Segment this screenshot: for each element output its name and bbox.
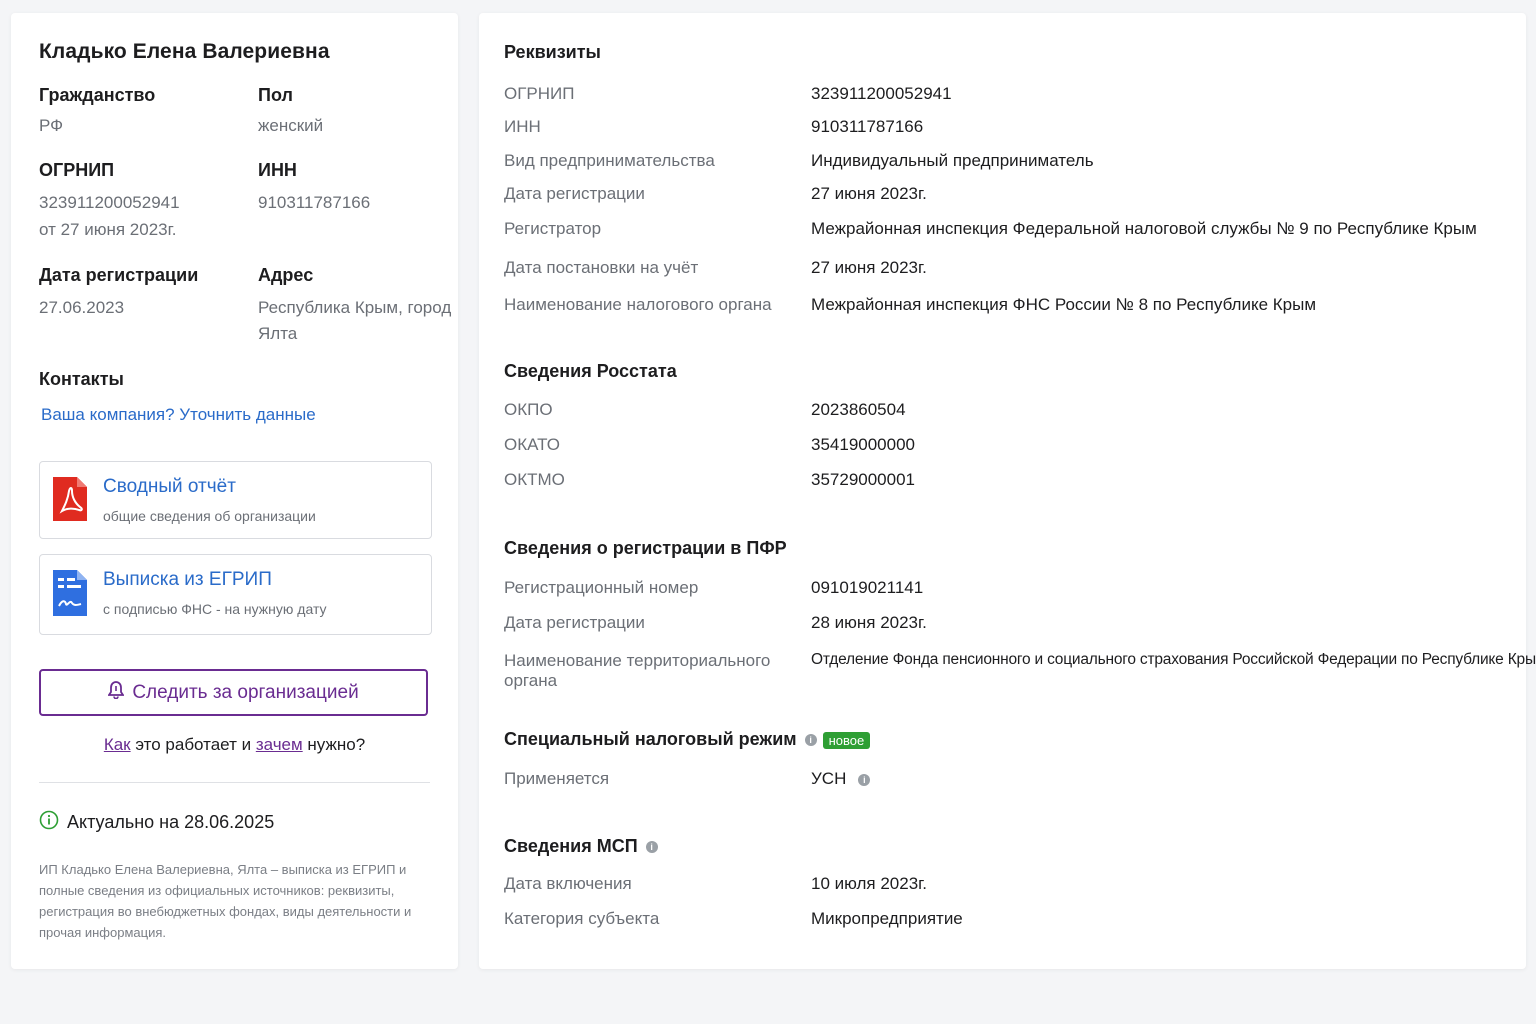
requisites-label: Наименование налогового органа [504, 295, 772, 314]
egrip-extract-card[interactable]: Выписка из ЕГРИП с подписью ФНС - на нуж… [39, 554, 432, 635]
requisites-heading: Реквизиты [504, 42, 601, 62]
tax-regime-value: УСН [811, 769, 847, 788]
info-circle-icon [39, 810, 59, 835]
requisites-value: Индивидуальный предприниматель [811, 151, 1094, 170]
how-it-works-text: Как это работает и зачем нужно? [11, 735, 458, 755]
msp-heading-row: Сведения МСП i [504, 836, 658, 857]
summary-report-subtitle: общие сведения об организации [103, 508, 316, 524]
ogrnip-date: от 27 июня 2023г. [39, 220, 177, 239]
how-text-1: это работает и [130, 735, 256, 754]
pdf-icon [53, 477, 87, 526]
actuality-note: Актуально на 28.06.2025 [39, 810, 274, 835]
requisites-value: 910311787166 [811, 117, 924, 136]
msp-label: Дата включения [504, 874, 632, 893]
requisites-label: Регистратор [504, 219, 602, 238]
rosstat-heading: Сведения Росстата [504, 361, 677, 381]
msp-heading: Сведения МСП [504, 836, 638, 856]
rosstat-value: 35419000000 [811, 435, 916, 454]
requisites-label: Дата постановки на учёт [504, 258, 699, 277]
update-data-link[interactable]: Ваша компания? Уточнить данные [41, 405, 316, 425]
tax-regime-heading: Специальный налоговый режим [504, 729, 797, 749]
ogrnip-value: 323911200052941 [39, 193, 180, 212]
tax-regime-value-row: УСН i [811, 769, 871, 789]
requisites-value: Межрайонная инспекция ФНС России № 8 по … [811, 295, 1317, 314]
summary-report-title[interactable]: Сводный отчёт [103, 476, 236, 498]
requisites-value: 27 июня 2023г. [811, 258, 927, 277]
egrip-extract-subtitle: с подписью ФНС - на нужную дату [103, 601, 327, 617]
new-badge: новое [822, 731, 871, 749]
address-line-1: Республика Крым, город [258, 298, 452, 317]
pfr-heading: Сведения о регистрации в ПФР [504, 538, 787, 558]
rosstat-value: 2023860504 [811, 400, 906, 419]
info-icon[interactable]: i [804, 734, 817, 747]
info-icon[interactable]: i [858, 773, 871, 786]
divider [39, 782, 430, 783]
address-line-2: Ялта [258, 324, 298, 343]
pfr-label: Дата регистрации [504, 613, 645, 632]
company-summary-card: Кладько Елена Валериевна Гражданство РФ … [11, 13, 458, 969]
address-label: Адрес [258, 265, 314, 285]
info-icon[interactable]: i [645, 841, 658, 854]
rosstat-label: ОКАТО [504, 435, 560, 454]
gender-value: женский [258, 116, 324, 135]
pfr-value: Отделение Фонда пенсионного и социальног… [811, 651, 1536, 668]
rosstat-label: ОКТМО [504, 470, 565, 489]
ogrnip-label: ОГРНИП [39, 160, 115, 180]
follow-button-label: Следить за организацией [132, 681, 359, 703]
requisites-value: Межрайонная инспекция Федеральной налого… [811, 219, 1477, 238]
citizenship-value: РФ [39, 116, 64, 135]
requisites-label: Дата регистрации [504, 184, 645, 203]
follow-organization-button[interactable]: Следить за организацией [39, 669, 428, 716]
tax-regime-label: Применяется [504, 769, 610, 788]
pfr-label: Регистрационный номер [504, 578, 699, 597]
person-name: Кладько Елена Валериевна [39, 40, 330, 63]
msp-value: Микропредприятие [811, 909, 963, 928]
tax-regime-heading-row: Специальный налоговый режим i новое [504, 729, 871, 750]
pfr-value: 091019021141 [811, 578, 924, 597]
egrip-extract-title[interactable]: Выписка из ЕГРИП [103, 569, 272, 591]
pfr-value: 28 июня 2023г. [811, 613, 927, 632]
how-text-2: нужно? [302, 735, 366, 754]
footnote-text: ИП Кладько Елена Валериевна, Ялта – выпи… [39, 862, 412, 940]
gender-label: Пол [258, 85, 293, 105]
signed-document-icon [53, 570, 87, 621]
citizenship-label: Гражданство [39, 85, 156, 105]
requisites-label: ОГРНИП [504, 84, 575, 103]
msp-label: Категория субъекта [504, 909, 660, 928]
actuality-date: Актуально на 28.06.2025 [67, 812, 275, 832]
reg-date-value: 27.06.2023 [39, 298, 125, 317]
inn-value: 910311787166 [258, 193, 371, 212]
requisites-label: ИНН [504, 117, 541, 136]
pfr-label: Наименование территориального органа [504, 651, 771, 690]
reg-date-label: Дата регистрации [39, 265, 199, 285]
rosstat-value: 35729000001 [811, 470, 916, 489]
requisites-value: 27 июня 2023г. [811, 184, 927, 203]
rosstat-label: ОКПО [504, 400, 553, 419]
why-link[interactable]: зачем [256, 735, 303, 754]
bell-icon [107, 680, 125, 705]
details-card: Реквизиты ОГРНИП 323911200052941 ИНН 910… [479, 13, 1536, 969]
contacts-label: Контакты [39, 369, 124, 389]
inn-label: ИНН [258, 160, 297, 180]
requisites-label: Вид предпринимательства [504, 151, 715, 170]
msp-value: 10 июля 2023г. [811, 874, 928, 893]
requisites-value: 323911200052941 [811, 84, 952, 103]
summary-report-card[interactable]: Сводный отчёт общие сведения об организа… [39, 461, 432, 539]
how-link[interactable]: Как [104, 735, 131, 754]
